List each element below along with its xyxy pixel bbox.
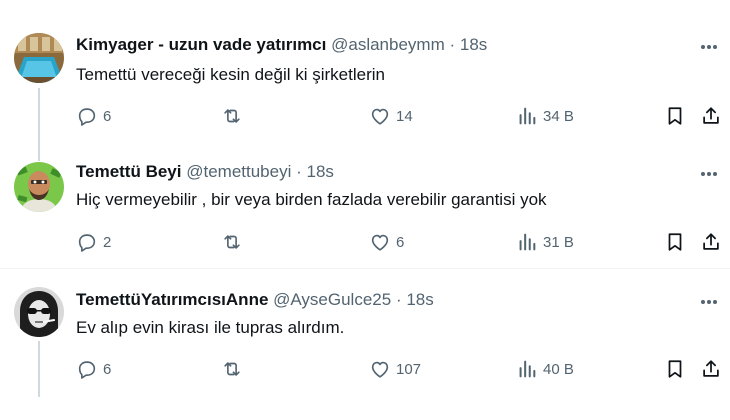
tweet-text: Ev alıp evin kirası ile tupras alırdım. bbox=[76, 318, 345, 337]
separator: · bbox=[395, 290, 402, 309]
reply-count: 6 bbox=[103, 360, 112, 378]
tweet-header: Kimyager - uzun vade yatırımcı @aslanbey… bbox=[76, 34, 487, 56]
like-count: 14 bbox=[396, 107, 413, 125]
reply-icon bbox=[78, 108, 96, 126]
tweet-actions: 6 107 40 B bbox=[74, 356, 730, 382]
like-count: 6 bbox=[396, 233, 405, 251]
reply-count: 2 bbox=[103, 233, 112, 251]
bookmark-icon bbox=[668, 107, 682, 125]
bookmark-icon bbox=[668, 233, 682, 251]
separator: · bbox=[296, 162, 302, 181]
views-button[interactable]: 31 B bbox=[516, 229, 574, 255]
share-icon bbox=[703, 107, 719, 124]
separator: · bbox=[449, 35, 456, 54]
views-count: 34 B bbox=[543, 107, 574, 125]
more-icon bbox=[701, 45, 717, 49]
avatar[interactable] bbox=[14, 33, 64, 83]
retweet-button[interactable] bbox=[220, 103, 244, 129]
tweet-header: TemettüYatırımcısıAnne @AyseGulce25 · 18… bbox=[76, 289, 434, 311]
tweet[interactable]: TemettüYatırımcısıAnne @AyseGulce25 · 18… bbox=[0, 268, 730, 420]
share-icon bbox=[703, 233, 719, 250]
share-button[interactable] bbox=[700, 229, 722, 255]
avatar[interactable] bbox=[14, 287, 64, 337]
reply-icon bbox=[78, 361, 96, 379]
bookmark-button[interactable] bbox=[664, 103, 686, 129]
like-icon bbox=[371, 234, 389, 251]
retweet-icon bbox=[224, 235, 240, 249]
reply-button[interactable]: 6 bbox=[76, 356, 111, 382]
tweet-text: Temettü vereceği kesin değil ki şirketle… bbox=[76, 65, 385, 84]
retweet-button[interactable] bbox=[220, 356, 244, 382]
like-icon bbox=[371, 108, 389, 125]
avatar[interactable] bbox=[14, 162, 64, 212]
bookmark-button[interactable] bbox=[664, 229, 686, 255]
views-icon bbox=[519, 233, 536, 251]
bookmark-button[interactable] bbox=[664, 356, 686, 382]
like-button[interactable]: 107 bbox=[369, 356, 421, 382]
timestamp[interactable]: 18s bbox=[406, 290, 433, 309]
bald-man-with-money-illustration-icon bbox=[14, 162, 64, 212]
views-button[interactable]: 40 B bbox=[516, 356, 574, 382]
thread-line bbox=[38, 341, 40, 397]
more-button[interactable] bbox=[698, 291, 720, 313]
more-icon bbox=[701, 172, 717, 176]
like-button[interactable]: 14 bbox=[369, 103, 413, 129]
like-button[interactable]: 6 bbox=[369, 229, 404, 255]
more-icon bbox=[701, 300, 717, 304]
tweet-actions: 6 14 34 B bbox=[74, 103, 730, 129]
bookmark-icon bbox=[668, 360, 682, 378]
tweet[interactable]: Temettü Beyi @temettubeyi · 18s Hiç verm… bbox=[0, 141, 730, 268]
reply-icon bbox=[78, 234, 96, 252]
views-icon bbox=[519, 360, 536, 378]
more-button[interactable] bbox=[698, 163, 720, 185]
tweet-actions: 2 6 31 B bbox=[74, 229, 730, 255]
retweet-button[interactable] bbox=[220, 229, 244, 255]
reply-button[interactable]: 2 bbox=[76, 229, 111, 255]
views-count: 31 B bbox=[543, 233, 574, 251]
thread-line bbox=[38, 88, 40, 141]
views-count: 40 B bbox=[543, 360, 574, 378]
retweet-icon bbox=[224, 362, 240, 376]
display-name[interactable]: Kimyager - uzun vade yatırımcı bbox=[76, 35, 326, 54]
thread-line bbox=[38, 141, 40, 161]
tweet-text: Hiç vermeyebilir , bir veya birden fazla… bbox=[76, 190, 547, 209]
tweet-header: Temettü Beyi @temettubeyi · 18s bbox=[76, 161, 334, 183]
views-icon bbox=[519, 107, 536, 125]
like-count: 107 bbox=[396, 360, 422, 378]
more-button[interactable] bbox=[698, 36, 720, 58]
tweet[interactable]: Kimyager - uzun vade yatırımcı @aslanbey… bbox=[0, 0, 730, 141]
share-button[interactable] bbox=[700, 356, 722, 382]
views-button[interactable]: 34 B bbox=[516, 103, 574, 129]
timestamp[interactable]: 18s bbox=[307, 162, 334, 181]
woman-sunglasses-bw-photo-icon bbox=[14, 287, 64, 337]
share-icon bbox=[703, 360, 719, 377]
reply-button[interactable]: 6 bbox=[76, 103, 111, 129]
retweet-icon bbox=[224, 109, 240, 123]
share-button[interactable] bbox=[700, 103, 722, 129]
reply-count: 6 bbox=[103, 107, 112, 125]
display-name[interactable]: Temettü Beyi bbox=[76, 162, 182, 181]
pool-photo-icon bbox=[14, 33, 64, 83]
user-handle[interactable]: @AyseGulce25 bbox=[273, 290, 391, 309]
user-handle[interactable]: @temettubeyi bbox=[186, 162, 291, 181]
timestamp[interactable]: 18s bbox=[460, 35, 487, 54]
user-handle[interactable]: @aslanbeymm bbox=[331, 35, 445, 54]
like-icon bbox=[371, 361, 389, 378]
display-name[interactable]: TemettüYatırımcısıAnne bbox=[76, 290, 268, 309]
